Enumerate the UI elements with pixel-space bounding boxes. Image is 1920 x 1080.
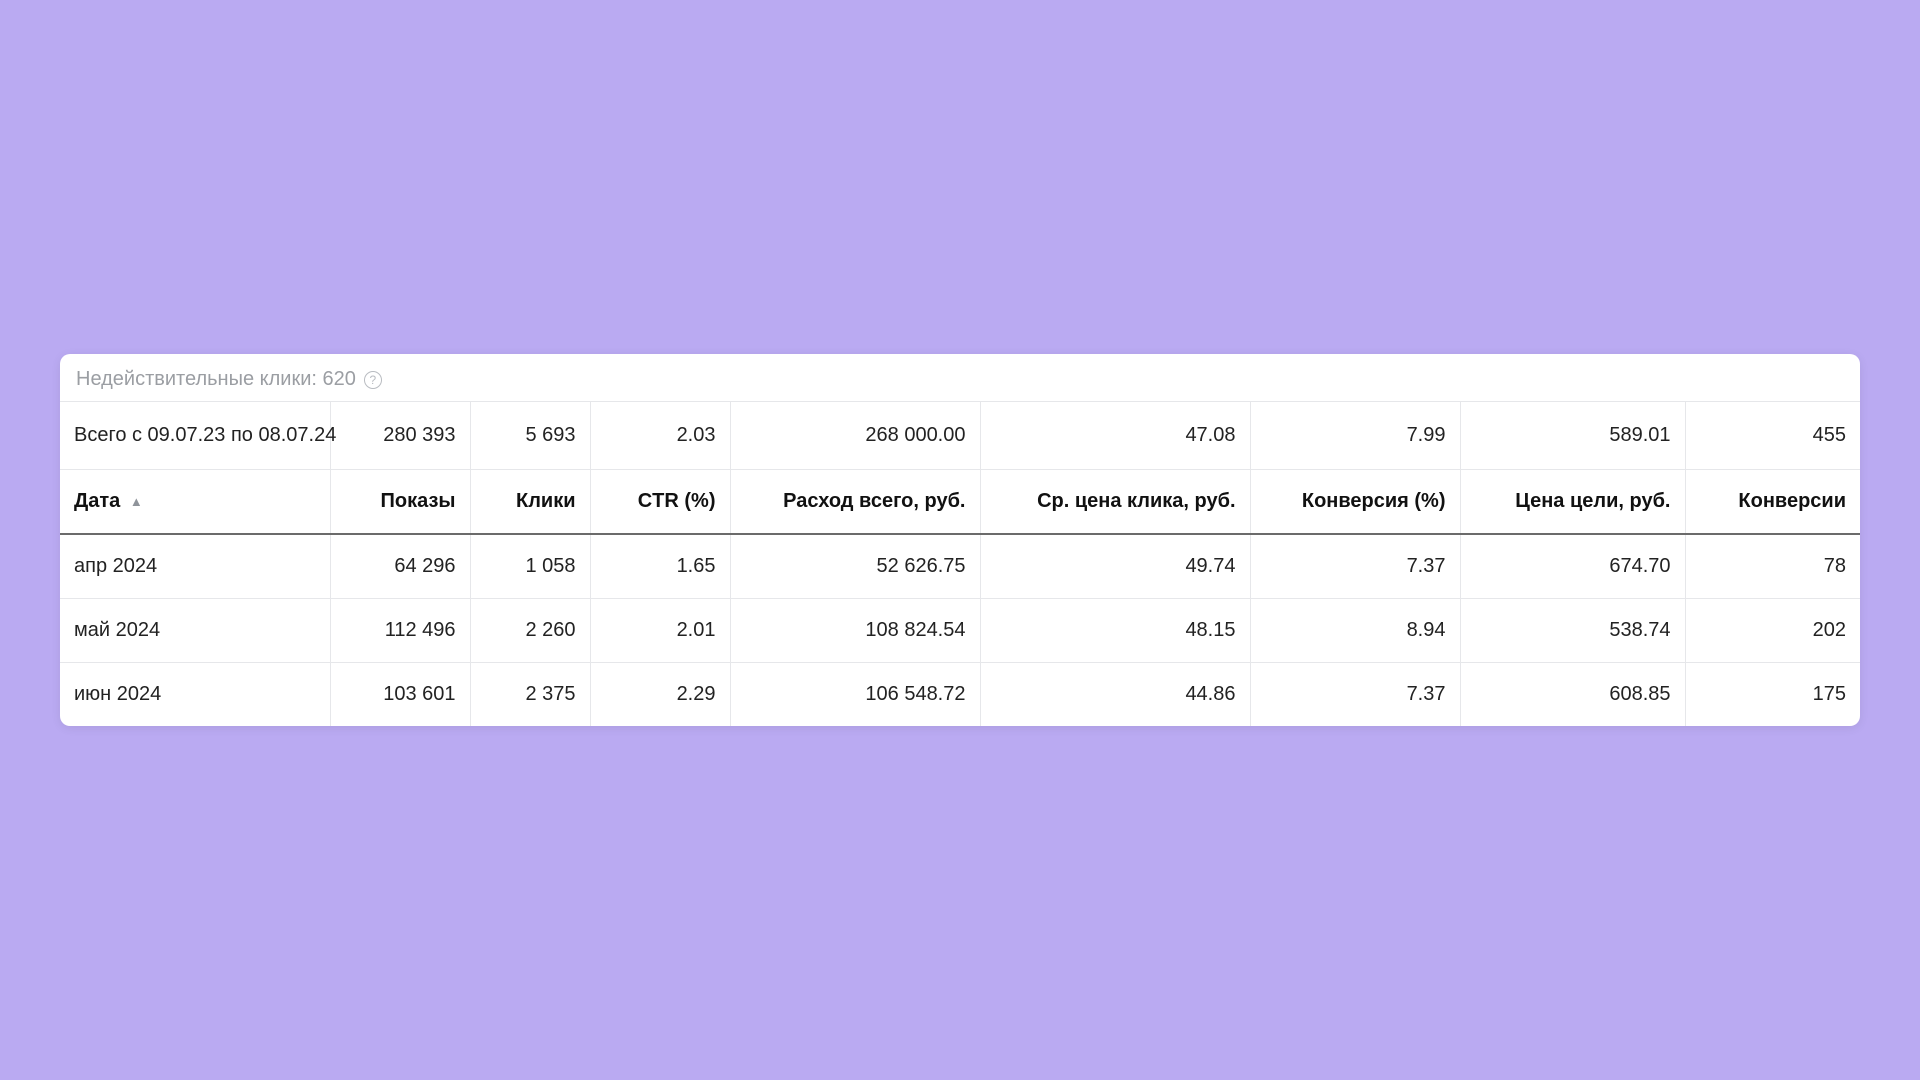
col-goal-price[interactable]: Цена цели, руб. bbox=[1460, 470, 1685, 535]
cell-goal-price: 538.74 bbox=[1460, 599, 1685, 663]
cell-goal-price: 608.85 bbox=[1460, 663, 1685, 727]
totals-spend: 268 000.00 bbox=[730, 402, 980, 470]
totals-cpc: 47.08 bbox=[980, 402, 1250, 470]
cell-spend: 108 824.54 bbox=[730, 599, 980, 663]
sort-ascending-icon: ▲ bbox=[130, 494, 143, 509]
col-cpc[interactable]: Ср. цена клика, руб. bbox=[980, 470, 1250, 535]
totals-row: Всего с 09.07.23 по 08.07.24 280 393 5 6… bbox=[60, 402, 1860, 470]
cell-clicks: 1 058 bbox=[470, 534, 590, 599]
cell-spend: 106 548.72 bbox=[730, 663, 980, 727]
col-clicks[interactable]: Клики bbox=[470, 470, 590, 535]
cell-conv-pct: 7.37 bbox=[1250, 663, 1460, 727]
col-date[interactable]: Дата ▲ bbox=[60, 470, 330, 535]
col-spend[interactable]: Расход всего, руб. bbox=[730, 470, 980, 535]
cell-date: май 2024 bbox=[60, 599, 330, 663]
col-date-label: Дата bbox=[74, 490, 120, 512]
totals-label: Всего с 09.07.23 по 08.07.24 bbox=[60, 402, 330, 470]
cell-conversions: 202 bbox=[1685, 599, 1860, 663]
cell-ctr: 2.29 bbox=[590, 663, 730, 727]
totals-goal-price: 589.01 bbox=[1460, 402, 1685, 470]
cell-goal-price: 674.70 bbox=[1460, 534, 1685, 599]
cell-date: июн 2024 bbox=[60, 663, 330, 727]
cell-cpc: 48.15 bbox=[980, 599, 1250, 663]
stats-table: Всего с 09.07.23 по 08.07.24 280 393 5 6… bbox=[60, 401, 1860, 726]
table-row: июн 2024 103 601 2 375 2.29 106 548.72 4… bbox=[60, 663, 1860, 727]
cell-date: апр 2024 bbox=[60, 534, 330, 599]
totals-conv-pct: 7.99 bbox=[1250, 402, 1460, 470]
header-row: Дата ▲ Показы Клики CTR (%) Расход всего… bbox=[60, 470, 1860, 535]
cell-clicks: 2 375 bbox=[470, 663, 590, 727]
cell-clicks: 2 260 bbox=[470, 599, 590, 663]
totals-conversions: 455 bbox=[1685, 402, 1860, 470]
table-row: май 2024 112 496 2 260 2.01 108 824.54 4… bbox=[60, 599, 1860, 663]
cell-ctr: 2.01 bbox=[590, 599, 730, 663]
cell-impressions: 112 496 bbox=[330, 599, 470, 663]
cell-conversions: 78 bbox=[1685, 534, 1860, 599]
cell-impressions: 64 296 bbox=[330, 534, 470, 599]
totals-impressions: 280 393 bbox=[330, 402, 470, 470]
col-ctr[interactable]: CTR (%) bbox=[590, 470, 730, 535]
table-row: апр 2024 64 296 1 058 1.65 52 626.75 49.… bbox=[60, 534, 1860, 599]
cell-cpc: 44.86 bbox=[980, 663, 1250, 727]
help-icon[interactable]: ? bbox=[364, 371, 382, 389]
cell-conv-pct: 7.37 bbox=[1250, 534, 1460, 599]
invalid-clicks-row: Недействительные клики: 620 ? bbox=[60, 354, 1860, 401]
cell-spend: 52 626.75 bbox=[730, 534, 980, 599]
col-conv-pct[interactable]: Конверсия (%) bbox=[1250, 470, 1460, 535]
col-conversions[interactable]: Конверсии bbox=[1685, 470, 1860, 535]
totals-clicks: 5 693 bbox=[470, 402, 590, 470]
cell-impressions: 103 601 bbox=[330, 663, 470, 727]
stats-panel: Недействительные клики: 620 ? Всего с 09… bbox=[60, 354, 1860, 726]
cell-cpc: 49.74 bbox=[980, 534, 1250, 599]
invalid-clicks-label: Недействительные клики: 620 bbox=[76, 368, 356, 391]
totals-ctr: 2.03 bbox=[590, 402, 730, 470]
cell-conv-pct: 8.94 bbox=[1250, 599, 1460, 663]
cell-ctr: 1.65 bbox=[590, 534, 730, 599]
col-impressions[interactable]: Показы bbox=[330, 470, 470, 535]
cell-conversions: 175 bbox=[1685, 663, 1860, 727]
